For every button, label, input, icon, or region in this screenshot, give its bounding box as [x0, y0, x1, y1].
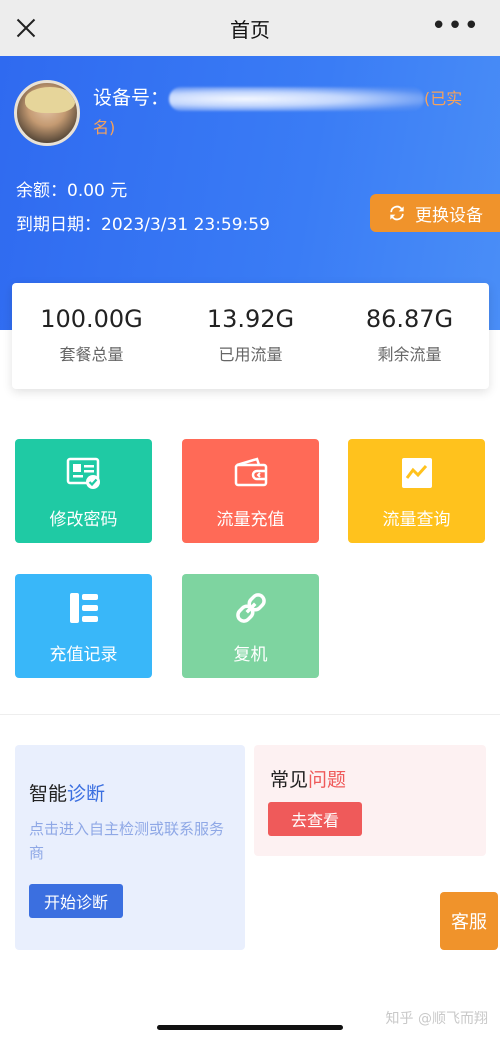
tile-label: 复机 [233, 645, 268, 665]
top-nav: 首页 ••• [0, 0, 500, 56]
stat-total: 100.00G 套餐总量 [12, 283, 171, 389]
tile-query-traffic[interactable]: 流量查询 [348, 439, 485, 543]
stat-remaining: 86.87G 剩余流量 [330, 283, 489, 389]
stat-label: 已用流量 [218, 345, 283, 364]
stat-value: 100.00G [40, 305, 143, 333]
diagnosis-description: 点击进入自主检测或联系服务商 [29, 820, 225, 862]
faq-title: 常见问题 [270, 769, 347, 791]
customer-service-button[interactable]: 客服 [440, 892, 498, 950]
diagnosis-title: 智能诊断 [29, 783, 106, 805]
tile-change-password[interactable]: 修改密码 [15, 439, 152, 543]
tile-recharge-traffic[interactable]: 流量充值 [182, 439, 319, 543]
balance-text: 余额：0.00 元 [16, 181, 128, 201]
view-faq-button[interactable]: 去查看 [268, 802, 362, 836]
close-icon[interactable] [14, 12, 38, 44]
stat-label: 剩余流量 [377, 345, 442, 364]
avatar[interactable] [14, 80, 80, 146]
device-number: 设备号： (已实名) [93, 84, 483, 142]
start-diagnosis-button[interactable]: 开始诊断 [29, 884, 123, 918]
stat-value: 13.92G [206, 305, 295, 333]
tile-reactivate[interactable]: 复机 [182, 574, 319, 678]
more-icon[interactable]: ••• [431, 13, 480, 39]
expire-date-text: 到期日期：2023/3/31 23:59:59 [16, 215, 270, 235]
device-id-redacted [169, 86, 425, 111]
stat-used: 13.92G 已用流量 [171, 283, 330, 389]
id-card-check-icon [66, 457, 100, 489]
faq-card[interactable]: 常见问题 去查看 [254, 745, 486, 856]
line-chart-icon [401, 458, 432, 488]
tile-label: 流量充值 [216, 510, 285, 530]
record-list-icon [69, 593, 98, 623]
tile-label: 流量查询 [382, 510, 451, 530]
switch-device-label: 更换设备 [415, 205, 483, 226]
smart-diagnosis-card[interactable]: 智能诊断 点击进入自主检测或联系服务商 开始诊断 [15, 745, 245, 950]
page-title: 首页 [230, 17, 270, 42]
traffic-stats-card: 100.00G 套餐总量 13.92G 已用流量 86.87G 剩余流量 [12, 283, 489, 389]
stat-label: 套餐总量 [59, 345, 124, 364]
tile-label: 充值记录 [49, 645, 118, 665]
wallet-icon [234, 457, 267, 487]
refresh-icon [390, 205, 404, 221]
switch-device-button[interactable]: 更换设备 [370, 194, 500, 232]
link-icon [235, 593, 266, 623]
tile-recharge-records[interactable]: 充值记录 [15, 574, 152, 678]
divider [0, 714, 500, 715]
device-label: 设备号： [93, 87, 170, 109]
tile-label: 修改密码 [49, 510, 118, 530]
watermark: 知乎 @顺飞而翔 [385, 1011, 488, 1027]
stat-value: 86.87G [365, 305, 454, 333]
home-indicator [157, 1025, 343, 1030]
